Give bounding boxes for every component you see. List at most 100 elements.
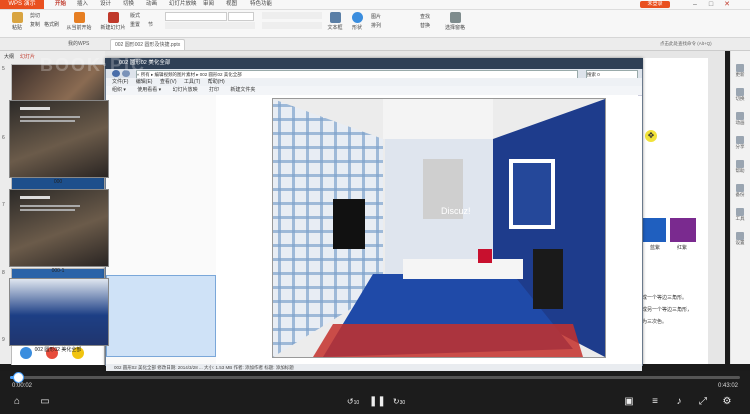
minimize-icon[interactable]: – xyxy=(688,0,702,9)
tab-features[interactable]: 特色功能 xyxy=(250,0,272,9)
new-slide-icon xyxy=(107,12,119,23)
print-button[interactable]: 打印 xyxy=(209,87,219,93)
settings-gear-icon[interactable]: ⚙ xyxy=(720,396,734,408)
settings-icon[interactable]: 设置 xyxy=(733,232,747,246)
progress-handle[interactable] xyxy=(13,372,24,383)
explorer-address-bar: « 所有 ▸ 编辑视频的图片素材 ▸ 002 圆形02 美化全部 搜索 0 xyxy=(106,69,642,79)
wps-app-menu-button[interactable]: WPS 演示 xyxy=(0,0,44,9)
pip-icon[interactable]: ▣ xyxy=(622,396,636,408)
backup-icon[interactable]: 备份 xyxy=(733,184,747,198)
menu-tools[interactable]: 工具(T) xyxy=(184,79,200,85)
tab-current-document[interactable]: 002 圆形002 圆形及快捷.pptx xyxy=(110,39,186,50)
format-painter-button[interactable]: 格式刷 xyxy=(44,21,59,29)
color-swatch-red-purple xyxy=(670,218,696,242)
replace-button[interactable]: 替换 xyxy=(420,22,430,30)
rewind-seconds: 10 xyxy=(353,400,360,406)
open-with-button[interactable]: 使用看看 ▾ xyxy=(137,87,161,93)
slide-number: 9 xyxy=(2,337,5,343)
tab-outline[interactable]: 大纲 xyxy=(4,53,14,60)
new-slide-button[interactable]: 新建幻灯片 xyxy=(98,12,128,31)
paragraph-align-row[interactable] xyxy=(262,12,322,19)
progress-track[interactable] xyxy=(10,376,740,379)
find-button[interactable]: 查找 xyxy=(420,13,430,21)
picture-button[interactable]: 图片 xyxy=(371,13,381,21)
color-swatch-blue-purple xyxy=(640,218,666,242)
command-search[interactable]: 点击此处查找命令 (Alt+Q) xyxy=(660,41,712,47)
menu-edit[interactable]: 编辑(E) xyxy=(136,79,153,85)
help-icon[interactable]: 帮助 xyxy=(733,160,747,174)
tab-animation[interactable]: 动画 xyxy=(146,0,157,9)
tab-slides[interactable]: 幻灯片 xyxy=(20,53,35,60)
file-thumbnail[interactable] xyxy=(9,100,109,178)
bedroom-illustration: Discuz! xyxy=(273,99,605,357)
explorer-title-bar[interactable]: 002 圆形02 美化全部 xyxy=(105,58,643,69)
copy-button[interactable]: 复制 xyxy=(30,21,40,29)
tab-my-wps[interactable]: 我的WPS xyxy=(64,39,93,49)
swatch-label: 蓝紫 xyxy=(650,245,661,251)
volume-icon[interactable]: ♪ xyxy=(672,396,686,408)
paragraph-spacing-row[interactable] xyxy=(262,22,322,29)
tab-transition[interactable]: 切换 xyxy=(123,0,134,9)
title-bar xyxy=(0,0,750,10)
new-folder-button[interactable]: 新建文件夹 xyxy=(230,87,255,93)
shape-button[interactable]: 形状 xyxy=(346,12,368,31)
tools-icon[interactable]: 工具 xyxy=(733,208,747,222)
swatch-label: 红紫 xyxy=(677,245,688,251)
font-size-select[interactable] xyxy=(228,12,254,21)
textbox-button[interactable]: 文本框 xyxy=(324,12,346,31)
slide-number: 5 xyxy=(2,66,5,72)
home-icon[interactable]: ⌂ xyxy=(10,396,24,408)
pause-button[interactable]: ❚❚ xyxy=(369,396,386,408)
tab-review[interactable]: 审阅 xyxy=(203,0,214,9)
font-format-row[interactable] xyxy=(165,22,255,29)
fullscreen-icon[interactable]: ⤢ xyxy=(696,396,710,408)
preview-watermark: Discuz! xyxy=(441,206,471,216)
section-button[interactable]: 节 xyxy=(148,21,153,29)
arrange-button[interactable]: 排列 xyxy=(371,22,381,30)
video-watermark: BOOK·PIC xyxy=(40,55,146,75)
organize-button[interactable]: 组织 ▾ xyxy=(112,87,126,93)
paste-icon xyxy=(11,12,23,23)
play-from-current-button[interactable]: 从当前开始 xyxy=(64,12,94,31)
slide-number: 6 xyxy=(2,135,5,141)
current-time: 0:00:02 xyxy=(12,383,33,389)
reset-button[interactable]: 重置 xyxy=(130,21,140,29)
animation-icon[interactable]: 动画 xyxy=(733,112,747,126)
cursor-highlight-icon: ✥ xyxy=(645,130,657,142)
menu-help[interactable]: 帮助(H) xyxy=(208,79,225,85)
menu-file[interactable]: 文件(F) xyxy=(112,79,128,85)
tab-home[interactable]: 开始 xyxy=(55,0,66,9)
file-details: 002 圆形02 美化全部 修改日期: 2014/3/28 ... 大小: 1.… xyxy=(114,365,294,370)
tab-design[interactable]: 设计 xyxy=(100,0,111,9)
rewind-button[interactable]: ↺10 xyxy=(344,396,362,409)
close-icon[interactable]: ✕ xyxy=(720,0,734,9)
maximize-icon[interactable]: □ xyxy=(704,0,718,9)
cut-button[interactable]: 剪切 xyxy=(30,12,40,20)
tab-insert[interactable]: 插入 xyxy=(77,0,88,9)
bedroom-photo[interactable]: Discuz! xyxy=(272,98,606,358)
select-pane-button[interactable]: 选择窗格 xyxy=(442,12,468,31)
forward-seconds: 30 xyxy=(399,400,406,406)
tab-slideshow[interactable]: 幻灯片放映 xyxy=(169,0,197,9)
tab-view[interactable]: 视图 xyxy=(226,0,237,9)
file-thumbnail-selected[interactable] xyxy=(9,278,109,346)
update-icon[interactable]: 更新 xyxy=(733,64,747,78)
share-icon[interactable]: 分享 xyxy=(733,136,747,150)
playlist-icon[interactable]: ≡ xyxy=(648,396,662,408)
font-name-select[interactable] xyxy=(165,12,227,21)
select-pane-icon xyxy=(449,12,461,23)
slide-text: 为三次色。 xyxy=(642,319,668,325)
slideshow-button[interactable]: 幻灯片放映 xyxy=(173,87,198,93)
menu-view[interactable]: 查看(V) xyxy=(160,79,177,85)
explorer-menu-bar: 文件(F) 编辑(E) 查看(V) 工具(T) 帮助(H) xyxy=(106,78,642,86)
slide-canvas[interactable]: 蓝紫 红紫 成一个等边三角形。 成另一个等边三角形， 为三次色。 xyxy=(640,58,708,364)
file-thumbnail[interactable] xyxy=(9,189,109,267)
selected-file-highlight[interactable] xyxy=(106,275,216,357)
login-button[interactable]: 未登录 xyxy=(640,1,670,8)
subtitle-icon[interactable]: ▭ xyxy=(38,396,52,408)
textbox-icon xyxy=(329,12,341,23)
layout-button[interactable]: 版式 xyxy=(130,12,140,20)
forward-button[interactable]: ↻30 xyxy=(390,396,408,409)
paste-button[interactable]: 粘贴 xyxy=(6,12,28,31)
switch-icon[interactable]: 切换 xyxy=(733,88,747,102)
